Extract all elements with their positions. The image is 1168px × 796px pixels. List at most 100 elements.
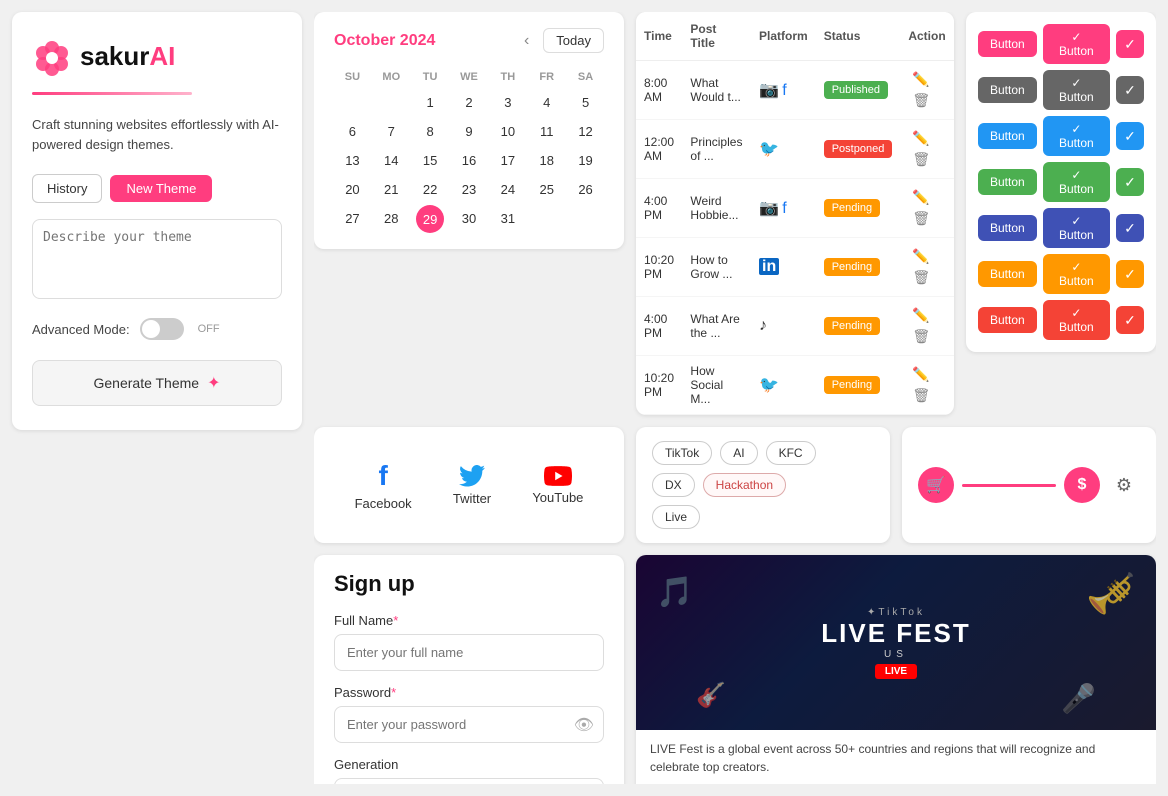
theme-textarea[interactable] (32, 219, 282, 299)
generation-label: Generation (334, 757, 604, 772)
button-green-square[interactable]: ✓ (1116, 168, 1144, 196)
generate-theme-button[interactable]: Generate Theme ✦ (32, 360, 282, 406)
password-input[interactable] (334, 706, 604, 743)
delete-button[interactable]: 🗑 (908, 326, 934, 347)
social-youtube[interactable]: YouTube (532, 466, 583, 505)
cal-cell[interactable]: 23 (451, 176, 488, 203)
button-indigo-check[interactable]: ✓ Button (1043, 208, 1110, 248)
delete-button[interactable]: 🗑 (908, 385, 934, 406)
edit-button[interactable]: ✏️ (908, 128, 933, 149)
cal-cell[interactable]: 11 (528, 118, 565, 145)
edit-button[interactable]: ✏️ (908, 187, 933, 208)
cal-cell[interactable]: 18 (528, 147, 565, 174)
button-amber-check[interactable]: ✓ Button (1043, 254, 1110, 294)
tag-tiktok[interactable]: TikTok (652, 441, 712, 465)
cal-cell[interactable]: 16 (451, 147, 488, 174)
cal-cell[interactable]: 2 (451, 89, 488, 116)
cal-cell[interactable]: 15 (412, 147, 449, 174)
cell-platform: 📷 f (751, 179, 816, 238)
live-badge: LIVE (875, 664, 917, 679)
settings-icon[interactable]: ⚙ (1108, 469, 1140, 501)
cal-cell[interactable]: 6 (334, 118, 371, 145)
instagram-icon: 📷 (759, 82, 779, 99)
cal-cell[interactable]: 28 (373, 205, 410, 233)
button-pink-square[interactable]: ✓ (1116, 30, 1144, 58)
cal-cell-today[interactable]: 29 (416, 205, 444, 233)
social-twitter[interactable]: Twitter (453, 465, 491, 506)
cal-cell[interactable]: 30 (451, 205, 488, 233)
social-facebook[interactable]: f Facebook (355, 460, 412, 511)
delete-button[interactable]: 🗑 (908, 149, 934, 170)
button-pink[interactable]: Button (978, 31, 1037, 57)
button-red-square[interactable]: ✓ (1116, 306, 1144, 334)
cell-status: Pending (816, 356, 901, 415)
calendar-grid: SU MO TU WE TH FR SA 1 2 3 4 5 6 (334, 67, 604, 233)
button-green-check[interactable]: ✓ Button (1043, 162, 1110, 202)
password-wrapper: 👁 (334, 706, 604, 743)
cal-cell[interactable]: 24 (489, 176, 526, 203)
button-blue-check[interactable]: ✓ Button (1043, 116, 1110, 156)
cal-cell[interactable]: 9 (451, 118, 488, 145)
button-indigo-square[interactable]: ✓ (1116, 214, 1144, 242)
cal-cell[interactable]: 19 (567, 147, 604, 174)
youtube-icon (544, 466, 572, 486)
delete-button[interactable]: 🗑 (908, 90, 934, 111)
calendar-today-button[interactable]: Today (543, 28, 604, 53)
cal-cell[interactable]: 21 (373, 176, 410, 203)
tag-ai[interactable]: AI (720, 441, 757, 465)
password-visibility-icon[interactable]: 👁 (574, 715, 594, 735)
button-red-check[interactable]: ✓ Button (1043, 300, 1110, 340)
button-gray[interactable]: Button (978, 77, 1037, 103)
edit-button[interactable]: ✏️ (908, 69, 933, 90)
cal-cell[interactable]: 20 (334, 176, 371, 203)
button-red[interactable]: Button (978, 307, 1037, 333)
cal-cell[interactable]: 14 (373, 147, 410, 174)
status-badge: Postponed (824, 140, 893, 158)
button-pink-check[interactable]: ✓ Button (1043, 24, 1110, 64)
cal-cell[interactable]: 12 (567, 118, 604, 145)
cal-cell[interactable]: 27 (334, 205, 371, 233)
button-green[interactable]: Button (978, 169, 1037, 195)
button-gray-check[interactable]: ✓ Button (1043, 70, 1110, 110)
button-blue[interactable]: Button (978, 123, 1037, 149)
cal-cell[interactable]: 3 (489, 89, 526, 116)
full-name-label: Full Name* (334, 613, 604, 628)
edit-button[interactable]: ✏️ (908, 364, 933, 385)
cal-cell[interactable]: 25 (528, 176, 565, 203)
tag-hackathon[interactable]: Hackathon (703, 473, 786, 497)
advanced-mode-toggle[interactable] (140, 318, 184, 340)
generation-select[interactable]: Advanced Basic Pro (334, 778, 604, 784)
cal-cell[interactable]: 4 (528, 89, 565, 116)
delete-button[interactable]: 🗑 (908, 267, 934, 288)
required-marker: * (391, 685, 396, 700)
button-indigo[interactable]: Button (978, 215, 1037, 241)
facebook-icon: f (782, 82, 786, 99)
history-tab[interactable]: History (32, 174, 102, 203)
button-blue-square[interactable]: ✓ (1116, 122, 1144, 150)
cal-cell[interactable]: 1 (412, 89, 449, 116)
edit-button[interactable]: ✏️ (908, 246, 933, 267)
cal-cell[interactable]: 10 (489, 118, 526, 145)
cell-status: Pending (816, 179, 901, 238)
cal-cell[interactable]: 7 (373, 118, 410, 145)
calendar-prev[interactable]: ‹ (518, 30, 535, 52)
new-theme-tab[interactable]: New Theme (110, 175, 212, 202)
full-name-input[interactable] (334, 634, 604, 671)
cal-cell[interactable]: 26 (567, 176, 604, 203)
tag-live[interactable]: Live (652, 505, 700, 529)
cal-cell[interactable]: 13 (334, 147, 371, 174)
cell-time: 10:20 PM (636, 238, 682, 297)
tag-kfc[interactable]: KFC (766, 441, 816, 465)
button-amber-square[interactable]: ✓ (1116, 260, 1144, 288)
cal-cell[interactable]: 8 (412, 118, 449, 145)
tag-dx[interactable]: DX (652, 473, 695, 497)
delete-button[interactable]: 🗑 (908, 208, 934, 229)
sched-header-time: Time (636, 12, 682, 61)
edit-button[interactable]: ✏️ (908, 305, 933, 326)
cal-cell[interactable]: 17 (489, 147, 526, 174)
button-amber[interactable]: Button (978, 261, 1037, 287)
cal-cell[interactable]: 22 (412, 176, 449, 203)
button-gray-square[interactable]: ✓ (1116, 76, 1144, 104)
cal-cell[interactable]: 31 (489, 205, 526, 233)
cal-cell[interactable]: 5 (567, 89, 604, 116)
